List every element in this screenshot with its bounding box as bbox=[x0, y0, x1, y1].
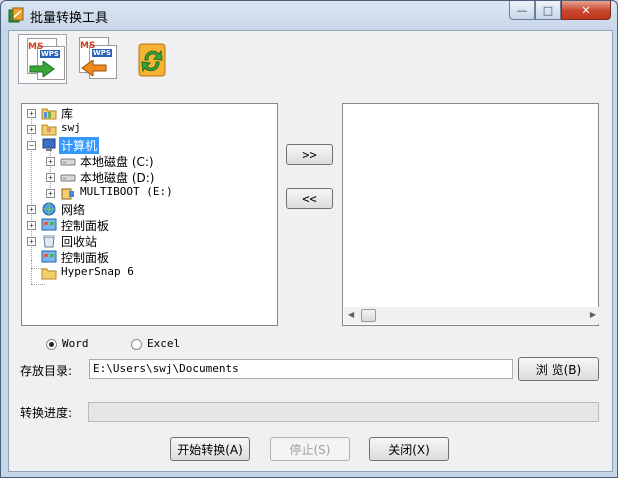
close-icon: ✕ bbox=[581, 3, 591, 17]
minimize-button[interactable]: — bbox=[509, 1, 535, 20]
expand-toggle[interactable]: + bbox=[27, 125, 36, 134]
computer-icon bbox=[42, 138, 56, 151]
excel-radio[interactable] bbox=[131, 339, 142, 350]
app-icon bbox=[8, 7, 24, 23]
close-window-button[interactable]: ✕ bbox=[561, 1, 611, 20]
ms-to-wps-button[interactable]: MS WPS bbox=[18, 34, 67, 84]
tree-item-label[interactable]: 控制面板 bbox=[61, 217, 109, 234]
drive-icon bbox=[60, 174, 76, 182]
wps-to-ms-button[interactable]: MS WPS bbox=[71, 34, 120, 84]
save-dir-input[interactable]: E:\Users\swj\Documents bbox=[89, 359, 513, 379]
stop-button[interactable]: 停止(S) bbox=[270, 437, 350, 461]
selected-list[interactable]: ◀ ▶ bbox=[342, 103, 600, 326]
expand-toggle[interactable]: + bbox=[27, 109, 36, 118]
word-radio[interactable] bbox=[46, 339, 57, 350]
remove-button[interactable]: << bbox=[286, 188, 333, 209]
scroll-right-icon[interactable]: ▶ bbox=[590, 310, 596, 319]
close-button[interactable]: 关闭(X) bbox=[369, 437, 449, 461]
expand-toggle[interactable]: + bbox=[46, 157, 55, 166]
word-radio-label[interactable]: Word bbox=[62, 337, 89, 350]
wps-badge: WPS bbox=[92, 49, 112, 57]
wps-badge: WPS bbox=[40, 50, 60, 58]
scroll-left-icon[interactable]: ◀ bbox=[348, 310, 354, 319]
tree-item-label[interactable]: 控制面板 bbox=[61, 249, 109, 266]
tree-item-label[interactable]: 库 bbox=[61, 105, 73, 122]
expand-toggle[interactable]: + bbox=[27, 221, 36, 230]
app-window: 批量转换工具 — □ ✕ MS WPS MS WPS + 库 + swj − 计… bbox=[0, 0, 618, 478]
expand-toggle[interactable]: + bbox=[27, 205, 36, 214]
tree-item-label[interactable]: swj bbox=[61, 121, 81, 134]
expand-toggle[interactable]: − bbox=[27, 141, 36, 150]
tree-item-label[interactable]: 本地磁盘 (C:) bbox=[80, 153, 154, 170]
user-folder-icon bbox=[41, 124, 57, 136]
title-bar[interactable]: 批量转换工具 — □ ✕ bbox=[1, 1, 617, 29]
control-panel-icon bbox=[41, 250, 57, 263]
tree-item-label[interactable]: 回收站 bbox=[61, 233, 97, 250]
maximize-icon: □ bbox=[542, 3, 554, 17]
window-title: 批量转换工具 bbox=[30, 11, 109, 26]
scroll-thumb[interactable] bbox=[361, 309, 376, 322]
horizontal-scrollbar[interactable]: ◀ ▶ bbox=[344, 307, 600, 324]
conversion-progress-bar bbox=[88, 402, 599, 422]
tree-item-label[interactable]: 本地磁盘 (D:) bbox=[80, 169, 154, 186]
folder-icon bbox=[41, 268, 57, 280]
folder-tree[interactable]: + 库 + swj − 计算机 + 本地磁盘 (C:) + 本地磁盘 (D:) … bbox=[21, 103, 278, 326]
refresh-arrows-icon bbox=[138, 43, 166, 77]
usb-drive-icon bbox=[61, 188, 74, 200]
recycle-bin-icon bbox=[43, 235, 55, 248]
tree-item-label[interactable]: MULTIBOOT (E:) bbox=[80, 185, 173, 198]
excel-radio-label[interactable]: Excel bbox=[147, 337, 180, 350]
expand-toggle[interactable]: + bbox=[46, 173, 55, 182]
tree-item-label[interactable]: 网络 bbox=[61, 201, 85, 218]
maximize-button[interactable]: □ bbox=[535, 1, 561, 20]
drive-icon bbox=[60, 158, 76, 166]
refresh-button[interactable] bbox=[127, 34, 176, 84]
library-icon bbox=[41, 108, 57, 120]
expand-toggle[interactable]: + bbox=[46, 189, 55, 198]
control-panel-icon bbox=[41, 218, 57, 231]
tree-item-label[interactable]: HyperSnap 6 bbox=[61, 265, 134, 278]
progress-label: 转换进度: bbox=[20, 406, 73, 420]
start-button[interactable]: 开始转换(A) bbox=[170, 437, 250, 461]
minimize-icon: — bbox=[516, 3, 528, 17]
save-dir-label: 存放目录: bbox=[20, 364, 73, 378]
expand-toggle[interactable]: + bbox=[27, 237, 36, 246]
tree-item-label[interactable]: 计算机 bbox=[59, 137, 100, 154]
client-area: MS WPS MS WPS + 库 + swj − 计算机 + 本地磁盘 (C:… bbox=[8, 30, 613, 472]
network-icon bbox=[42, 202, 56, 216]
browse-button[interactable]: 浏 览(B) bbox=[518, 357, 599, 381]
add-button[interactable]: >> bbox=[286, 144, 333, 165]
